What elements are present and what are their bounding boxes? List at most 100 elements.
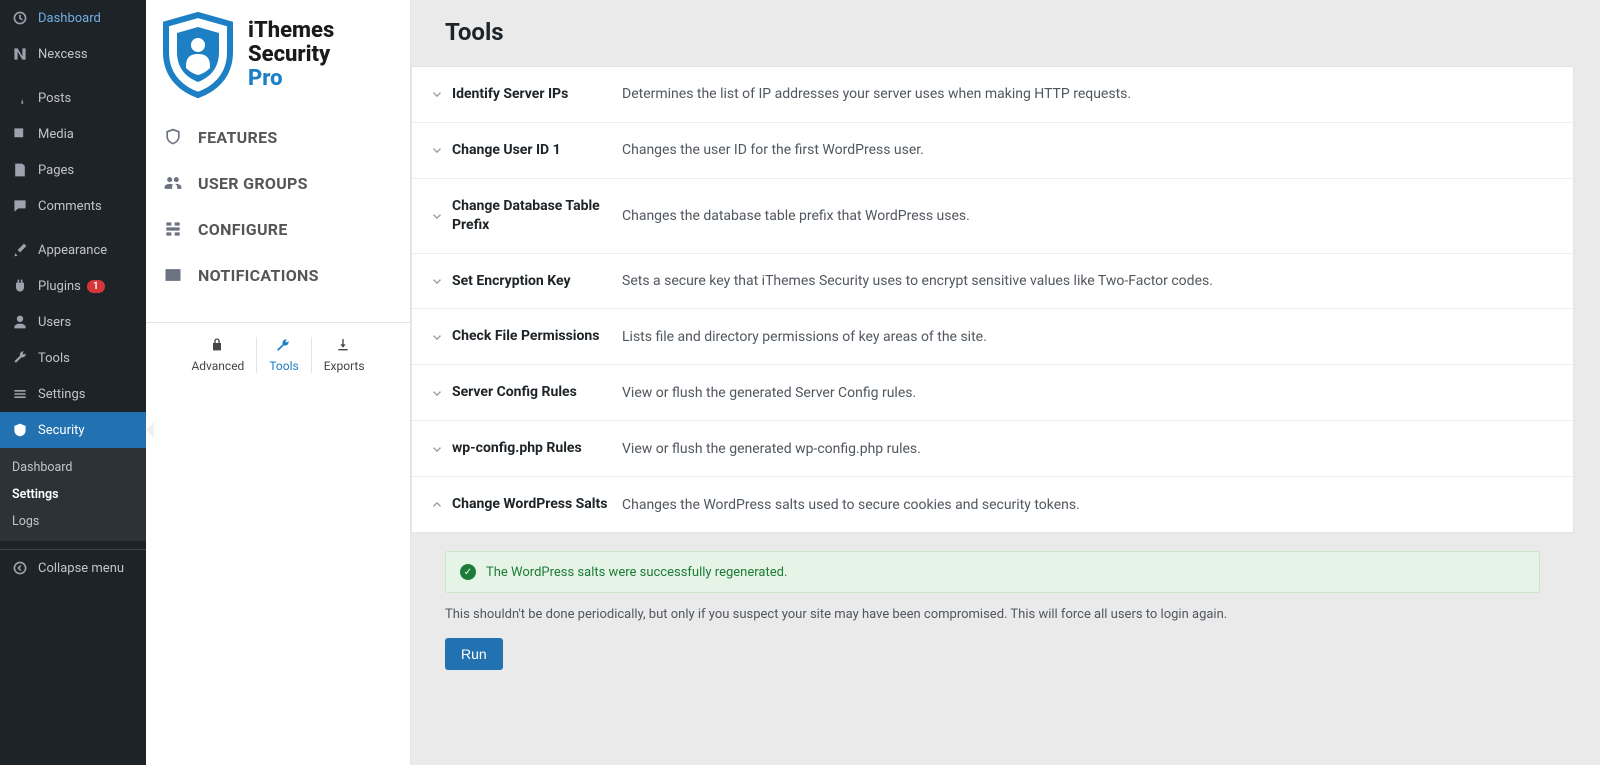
tool-desc: Determines the list of IP addresses your… — [622, 86, 1131, 102]
plugins-badge: 1 — [87, 280, 105, 293]
nav-label: FEATURES — [198, 128, 278, 147]
user-icon — [10, 312, 30, 332]
sidebar-label: Media — [38, 127, 74, 142]
tool-desc: Lists file and directory permissions of … — [622, 329, 987, 345]
tool-name: wp-config.php Rules — [452, 439, 622, 458]
tool-name: Server Config Rules — [452, 383, 622, 402]
tab-exports[interactable]: Exports — [311, 337, 377, 373]
shield-icon — [10, 420, 30, 440]
submenu-logs[interactable]: Logs — [0, 508, 146, 535]
sidebar-label: Posts — [38, 91, 71, 106]
tool-row[interactable]: Change User ID 1Changes the user ID for … — [412, 123, 1573, 179]
sidebar-label: Appearance — [38, 243, 107, 258]
tool-row[interactable]: Set Encryption KeySets a secure key that… — [412, 254, 1573, 310]
nav-label: USER GROUPS — [198, 174, 308, 193]
nav-configure[interactable]: CONFIGURE — [158, 206, 398, 252]
sidebar-label: Pages — [38, 163, 74, 178]
tab-label: Tools — [269, 359, 298, 373]
sidebar-label: Collapse menu — [38, 561, 124, 576]
tab-label: Advanced — [191, 359, 244, 373]
check-icon: ✓ — [460, 564, 476, 580]
wrench-icon — [10, 348, 30, 368]
lock-icon — [209, 337, 227, 355]
advisory-note: This shouldn't be done periodically, but… — [445, 607, 1540, 622]
ithemes-logo: iThemes Security Pro — [146, 10, 410, 114]
nexcess-icon — [10, 44, 30, 64]
nav-features[interactable]: FEATURES — [158, 114, 398, 160]
wrench-icon — [275, 337, 293, 355]
comment-icon — [10, 196, 30, 216]
brand-line3: Pro — [248, 67, 334, 91]
ithemes-tabs: Advanced Tools Exports — [146, 322, 410, 373]
chevron-down-icon — [422, 209, 452, 223]
tool-name: Identify Server IPs — [452, 85, 622, 104]
tool-row[interactable]: wp-config.php RulesView or flush the gen… — [412, 421, 1573, 477]
sidebar-label: Users — [38, 315, 71, 330]
chevron-down-icon — [422, 442, 452, 456]
sidebar-label: Dashboard — [38, 11, 101, 26]
ithemes-panel: iThemes Security Pro FEATURES USER GROUP… — [146, 0, 411, 765]
sidebar-item-posts[interactable]: Posts — [0, 80, 146, 116]
sidebar-item-pages[interactable]: Pages — [0, 152, 146, 188]
run-button[interactable]: Run — [445, 638, 503, 670]
tool-desc: Changes the user ID for the first WordPr… — [622, 142, 924, 158]
chevron-down-icon — [422, 330, 452, 344]
tool-row[interactable]: Check File PermissionsLists file and dir… — [412, 309, 1573, 365]
sidebar-label: Plugins — [38, 279, 81, 294]
sidebar-item-media[interactable]: Media — [0, 116, 146, 152]
tool-row[interactable]: Identify Server IPsDetermines the list o… — [412, 67, 1573, 123]
tab-tools[interactable]: Tools — [256, 337, 310, 373]
media-icon — [10, 124, 30, 144]
submenu-dashboard[interactable]: Dashboard — [0, 454, 146, 481]
sidebar-item-users[interactable]: Users — [0, 304, 146, 340]
tool-name: Change Database Table Prefix — [452, 197, 622, 235]
sidebar-item-tools[interactable]: Tools — [0, 340, 146, 376]
brush-icon — [10, 240, 30, 260]
download-icon — [335, 337, 353, 355]
tool-row[interactable]: Change Database Table PrefixChanges the … — [412, 179, 1573, 254]
sidebar-item-comments[interactable]: Comments — [0, 188, 146, 224]
sidebar-label: Nexcess — [38, 47, 88, 62]
tool-desc: Changes the WordPress salts used to secu… — [622, 497, 1080, 513]
ithemes-shield-icon — [158, 10, 238, 100]
nav-notifications[interactable]: NOTIFICATIONS — [158, 252, 398, 298]
tool-name: Check File Permissions — [452, 327, 622, 346]
submenu-settings[interactable]: Settings — [0, 481, 146, 508]
tab-advanced[interactable]: Advanced — [179, 337, 256, 373]
sidebar-item-dashboard[interactable]: Dashboard — [0, 0, 146, 36]
tool-name: Change WordPress Salts — [452, 495, 622, 514]
chevron-down-icon — [422, 87, 452, 101]
tool-name: Set Encryption Key — [452, 272, 622, 291]
page-icon — [10, 160, 30, 180]
security-submenu: Dashboard Settings Logs — [0, 448, 146, 541]
sliders-icon — [162, 218, 184, 240]
success-message: The WordPress salts were successfully re… — [486, 565, 787, 580]
sidebar-item-security[interactable]: Security — [0, 412, 146, 448]
tool-row[interactable]: Change WordPress SaltsChanges the WordPr… — [412, 477, 1573, 532]
brand-line2: Security — [248, 43, 334, 67]
nav-user-groups[interactable]: USER GROUPS — [158, 160, 398, 206]
plug-icon — [10, 276, 30, 296]
envelope-icon — [162, 264, 184, 286]
sidebar-item-plugins[interactable]: Plugins 1 — [0, 268, 146, 304]
main-content: Tools Identify Server IPsDetermines the … — [411, 0, 1600, 765]
sliders-icon — [10, 384, 30, 404]
pin-icon — [10, 88, 30, 108]
tools-list: Identify Server IPsDetermines the list o… — [411, 66, 1574, 533]
collapse-icon — [10, 558, 30, 578]
collapse-menu[interactable]: Collapse menu — [0, 549, 146, 586]
tool-desc: Sets a secure key that iThemes Security … — [622, 273, 1213, 289]
tool-desc: Changes the database table prefix that W… — [622, 208, 970, 224]
sidebar-item-settings[interactable]: Settings — [0, 376, 146, 412]
dashboard-icon — [10, 8, 30, 28]
tab-label: Exports — [324, 359, 365, 373]
sidebar-item-nexcess[interactable]: Nexcess — [0, 36, 146, 72]
sidebar-label: Comments — [38, 199, 102, 214]
users-icon — [162, 172, 184, 194]
sidebar-label: Security — [38, 423, 85, 438]
tool-row[interactable]: Server Config RulesView or flush the gen… — [412, 365, 1573, 421]
brand-line1: iThemes — [248, 19, 334, 43]
sidebar-item-appearance[interactable]: Appearance — [0, 232, 146, 268]
nav-label: CONFIGURE — [198, 220, 288, 239]
page-title: Tools — [445, 18, 1574, 46]
